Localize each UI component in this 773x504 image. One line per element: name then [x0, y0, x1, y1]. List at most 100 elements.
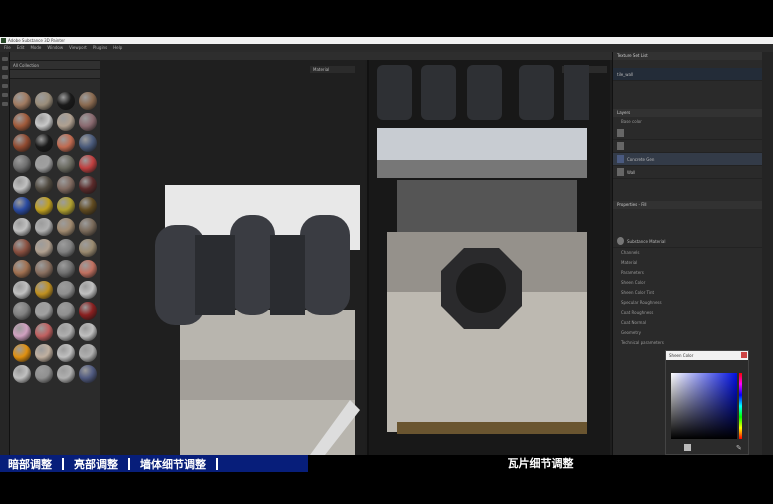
material-thumbnail[interactable] [35, 92, 53, 110]
close-icon[interactable] [741, 352, 747, 358]
material-thumbnail[interactable] [57, 155, 75, 173]
layer-row-selected[interactable]: Concrete Gen [613, 153, 762, 166]
layer-row[interactable]: Wall [613, 166, 762, 179]
material-thumbnail[interactable] [57, 344, 75, 362]
saturation-value-field[interactable] [671, 373, 737, 439]
material-thumbnail[interactable] [13, 281, 31, 299]
material-thumbnail[interactable] [35, 155, 53, 173]
material-thumbnail[interactable] [57, 260, 75, 278]
material-thumbnail[interactable] [35, 281, 53, 299]
material-thumbnail[interactable] [57, 218, 75, 236]
material-thumbnail[interactable] [57, 176, 75, 194]
material-thumbnail[interactable] [13, 239, 31, 257]
material-thumbnail[interactable] [13, 365, 31, 383]
menu-edit[interactable]: Edit [17, 44, 25, 52]
menu-mode[interactable]: Mode [30, 44, 41, 52]
material-thumbnail[interactable] [35, 239, 53, 257]
material-thumbnail[interactable] [79, 323, 97, 341]
properties-panel-title: Properties - Fill [613, 201, 762, 209]
eraser-tool-icon[interactable] [2, 66, 8, 70]
param-sheen-color[interactable]: Sheen Color [613, 278, 762, 288]
material-thumbnail[interactable] [35, 260, 53, 278]
material-thumbnail[interactable] [57, 134, 75, 152]
material-thumbnail[interactable] [79, 302, 97, 320]
menu-file[interactable]: File [4, 44, 11, 52]
viewport-3d[interactable]: Material [100, 60, 365, 455]
material-thumbnail[interactable] [79, 281, 97, 299]
material-thumbnail[interactable] [57, 113, 75, 131]
material-thumbnail[interactable] [79, 239, 97, 257]
uv-texture [377, 65, 589, 434]
material-thumbnail[interactable] [35, 218, 53, 236]
material-thumbnail[interactable] [79, 365, 97, 383]
material-thumbnail[interactable] [79, 113, 97, 131]
hue-slider[interactable] [739, 373, 742, 439]
clone-tool-icon[interactable] [2, 93, 8, 97]
menu-viewport[interactable]: Viewport [69, 44, 87, 52]
material-thumbnail[interactable] [13, 197, 31, 215]
material-thumbnail[interactable] [13, 176, 31, 194]
material-thumbnail[interactable] [13, 134, 31, 152]
material-thumbnail[interactable] [57, 365, 75, 383]
material-thumbnail[interactable] [13, 260, 31, 278]
material-thumbnail[interactable] [13, 218, 31, 236]
menu-window[interactable]: Window [47, 44, 63, 52]
material-thumbnail[interactable] [57, 92, 75, 110]
shelf-breadcrumb[interactable]: All Collection [10, 61, 100, 70]
material-thumbnail[interactable] [57, 239, 75, 257]
material-thumbnail[interactable] [13, 323, 31, 341]
material-thumbnail[interactable] [35, 134, 53, 152]
menu-bar: File Edit Mode Window Viewport Plugins Help [0, 44, 773, 52]
material-thumbnail[interactable] [13, 113, 31, 131]
layer-row[interactable] [613, 127, 762, 140]
paint-tool-icon[interactable] [2, 57, 8, 61]
material-thumbnail[interactable] [79, 176, 97, 194]
material-thumbnail[interactable] [35, 365, 53, 383]
material-thumbnail[interactable] [57, 302, 75, 320]
material-thumbnail[interactable] [35, 302, 53, 320]
material-thumbnail[interactable] [13, 344, 31, 362]
material-thumbnail[interactable] [13, 92, 31, 110]
shelf-search[interactable] [10, 52, 100, 61]
menu-plugins[interactable]: Plugins [93, 44, 107, 52]
material-thumbnail[interactable] [79, 134, 97, 152]
material-thumbnail[interactable] [79, 155, 97, 173]
material-thumbnail[interactable] [79, 218, 97, 236]
layers-tab[interactable]: Layers [613, 109, 762, 117]
viewport-2d[interactable]: Material [367, 60, 610, 455]
material-thumbnail[interactable] [57, 197, 75, 215]
section-parameters[interactable]: Parameters [613, 268, 762, 278]
material-thumbnail[interactable] [79, 260, 97, 278]
texture-set-item[interactable]: tile_wall [613, 68, 762, 81]
material-thumbnail[interactable] [13, 302, 31, 320]
section-geometry[interactable]: Geometry [613, 328, 762, 338]
menu-help[interactable]: Help [113, 44, 122, 52]
param-coat-roughness[interactable]: Coat Roughness [613, 308, 762, 318]
color-picker-dialog[interactable]: Sheen Color ✎ [665, 350, 749, 455]
layer-row[interactable] [613, 140, 762, 153]
eyedropper-icon[interactable]: ✎ [736, 444, 742, 452]
material-thumbnail[interactable] [57, 281, 75, 299]
material-thumbnail[interactable] [79, 197, 97, 215]
material-thumbnail[interactable] [79, 92, 97, 110]
section-technical[interactable]: Technical parameters [613, 338, 762, 348]
projection-tool-icon[interactable] [2, 75, 8, 79]
smudge-tool-icon[interactable] [2, 84, 8, 88]
material-thumbnail[interactable] [13, 155, 31, 173]
material-thumbnail[interactable] [79, 344, 97, 362]
material-thumbnail[interactable] [35, 113, 53, 131]
material-thumbnail[interactable] [57, 323, 75, 341]
material-thumbnail[interactable] [35, 323, 53, 341]
material-thumbnail[interactable] [35, 344, 53, 362]
section-material[interactable]: Material [613, 258, 762, 268]
shelf-filter-icons[interactable] [10, 70, 100, 79]
param-sheen-color-tint[interactable]: Sheen Color Tint [613, 288, 762, 298]
section-channels[interactable]: Channels [613, 248, 762, 258]
param-specular-roughness[interactable]: Specular Roughness [613, 298, 762, 308]
picker-tool-icon[interactable] [2, 102, 8, 106]
param-coat-normal[interactable]: Coat Normal [613, 318, 762, 328]
blend-mode-select[interactable]: Base color [613, 117, 762, 127]
material-selector[interactable]: Substance Material [613, 235, 762, 248]
material-thumbnail[interactable] [35, 197, 53, 215]
material-thumbnail[interactable] [35, 176, 53, 194]
